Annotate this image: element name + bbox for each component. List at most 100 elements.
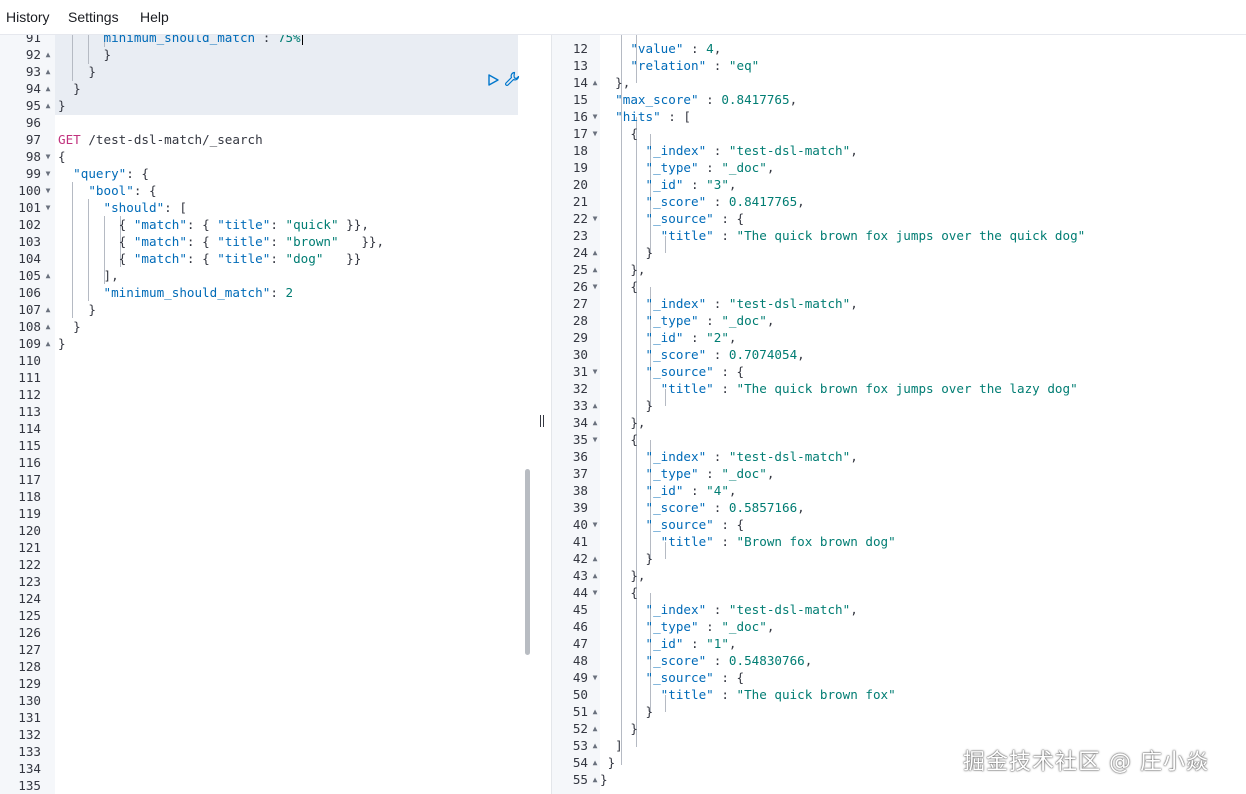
- code-line: 27 "_index" : "test-dsl-match",: [552, 295, 1246, 312]
- fold-collapse-icon[interactable]: ▲: [590, 244, 600, 261]
- code-text: "_score" : 0.8417765,: [600, 193, 804, 210]
- fold-collapse-icon[interactable]: ▲: [590, 550, 600, 567]
- fold-expand-icon[interactable]: ▼: [590, 125, 600, 142]
- code-line: 91 minimum_should_match : 75%: [0, 35, 532, 46]
- code-token: : {: [186, 234, 218, 249]
- code-text: {: [600, 431, 638, 448]
- code-token: {: [600, 126, 638, 141]
- fold-expand-icon[interactable]: ▼: [43, 182, 53, 199]
- fold-expand-icon[interactable]: ▼: [590, 210, 600, 227]
- code-line: 93 ▲ }: [0, 63, 532, 80]
- fold-collapse-icon[interactable]: ▲: [43, 301, 53, 318]
- code-line: 115: [0, 437, 532, 454]
- fold-collapse-icon[interactable]: ▲: [43, 267, 53, 284]
- fold-collapse-icon[interactable]: ▲: [590, 737, 600, 754]
- line-number: 99: [25, 166, 41, 181]
- fold-collapse-icon[interactable]: ▲: [43, 318, 53, 335]
- play-icon[interactable]: [486, 72, 500, 86]
- fold-collapse-icon[interactable]: ▲: [590, 74, 600, 91]
- code-text: "value" : 4,: [600, 40, 721, 57]
- code-token: },: [600, 262, 646, 277]
- fold-collapse-icon[interactable]: ▲: [590, 261, 600, 278]
- code-token: :: [683, 483, 707, 498]
- fold-expand-icon[interactable]: ▼: [590, 363, 600, 380]
- code-token: },: [600, 415, 646, 430]
- fold-collapse-icon[interactable]: ▲: [590, 720, 600, 737]
- fold-expand-icon[interactable]: ▼: [590, 108, 600, 125]
- fold-expand-icon[interactable]: ▼: [590, 431, 600, 448]
- fold-collapse-icon[interactable]: ▲: [590, 414, 600, 431]
- fold-collapse-icon[interactable]: ▲: [590, 754, 600, 771]
- code-line: 105 ▲ ],: [0, 267, 532, 284]
- line-number: 46: [572, 619, 588, 634]
- fold-collapse-icon[interactable]: ▲: [43, 335, 53, 352]
- fold-collapse-icon[interactable]: ▲: [590, 567, 600, 584]
- line-number: 28: [572, 313, 588, 328]
- code-token: minimum_should_match: [58, 35, 256, 45]
- line-number: 117: [18, 472, 41, 487]
- code-text: },: [600, 74, 630, 91]
- code-token: :: [270, 217, 286, 232]
- line-number: 107: [18, 302, 41, 317]
- code-token: ,: [728, 330, 737, 345]
- line-number: 115: [18, 438, 41, 453]
- fold-collapse-icon[interactable]: ▲: [43, 97, 53, 114]
- code-line: 37 "_type" : "_doc",: [552, 465, 1246, 482]
- code-line: 29 "_id" : "2",: [552, 329, 1246, 346]
- code-text: }: [58, 301, 96, 318]
- fold-expand-icon[interactable]: ▼: [43, 148, 53, 165]
- code-text: GET /test-dsl-match/_search: [58, 131, 263, 148]
- code-line: 39 "_score" : 0.5857166,: [552, 499, 1246, 516]
- pane-resizer[interactable]: [532, 35, 552, 794]
- code-token: "test-dsl-match": [728, 143, 851, 158]
- fold-expand-icon[interactable]: ▼: [590, 516, 600, 533]
- menu-history[interactable]: History: [6, 9, 50, 25]
- code-token: "_score": [600, 653, 707, 668]
- fold-expand-icon[interactable]: ▼: [590, 584, 600, 601]
- code-line: 26 ▼ {: [552, 278, 1246, 295]
- fold-collapse-icon[interactable]: ▲: [43, 80, 53, 97]
- code-text: "_score" : 0.5857166,: [600, 499, 804, 516]
- line-number: 110: [18, 353, 41, 368]
- code-token: "Brown fox brown dog": [736, 534, 896, 549]
- fold-expand-icon[interactable]: ▼: [590, 669, 600, 686]
- code-token: "title": [217, 217, 271, 232]
- watermark: 掘金技术社区 @ 庄小焱: [963, 750, 1209, 775]
- fold-collapse-icon[interactable]: ▲: [43, 63, 53, 80]
- line-number: 35: [572, 432, 588, 447]
- code-token: "_index": [600, 449, 707, 464]
- code-text: minimum_should_match : 75%: [58, 35, 300, 46]
- code-line: 23 "title" : "The quick brown fox jumps …: [552, 227, 1246, 244]
- fold-expand-icon[interactable]: ▼: [590, 278, 600, 295]
- fold-collapse-icon[interactable]: ▲: [590, 703, 600, 720]
- resize-handle-icon[interactable]: [540, 415, 544, 427]
- fold-expand-icon[interactable]: ▼: [43, 199, 53, 216]
- menu-help[interactable]: Help: [140, 9, 169, 25]
- code-line: 122: [0, 556, 532, 573]
- code-text: }: [600, 397, 653, 414]
- code-text: "should": [: [58, 199, 187, 216]
- code-token: ,: [766, 619, 775, 634]
- code-token: }: [600, 245, 654, 260]
- code-text: }: [600, 720, 638, 737]
- fold-expand-icon[interactable]: ▼: [43, 165, 53, 182]
- fold-collapse-icon[interactable]: ▲: [43, 46, 53, 63]
- code-token: "_id": [600, 177, 684, 192]
- line-number: 106: [18, 285, 41, 300]
- menu-settings[interactable]: Settings: [68, 9, 119, 25]
- code-line: 104 { "match": { "title": "dog" }}: [0, 250, 532, 267]
- code-line: 103 { "match": { "title": "brown" }},: [0, 233, 532, 250]
- editor-scrollbar[interactable]: [525, 469, 530, 655]
- code-token: "hits": [600, 109, 661, 124]
- code-token: {: [58, 217, 134, 232]
- fold-collapse-icon[interactable]: ▲: [590, 771, 600, 788]
- fold-collapse-icon[interactable]: ▲: [590, 397, 600, 414]
- code-line: 50 "title" : "The quick brown fox": [552, 686, 1246, 703]
- line-number: 33: [572, 398, 588, 413]
- code-line: 43 ▲ },: [552, 567, 1246, 584]
- code-token: : [: [164, 200, 187, 215]
- code-token: "test-dsl-match": [728, 449, 851, 464]
- request-editor[interactable]: 91 minimum_should_match : 75% 92 ▲ } 93 ▲ } 9…: [0, 35, 532, 794]
- wrench-icon[interactable]: [504, 71, 520, 87]
- code-token: "_score": [600, 347, 707, 362]
